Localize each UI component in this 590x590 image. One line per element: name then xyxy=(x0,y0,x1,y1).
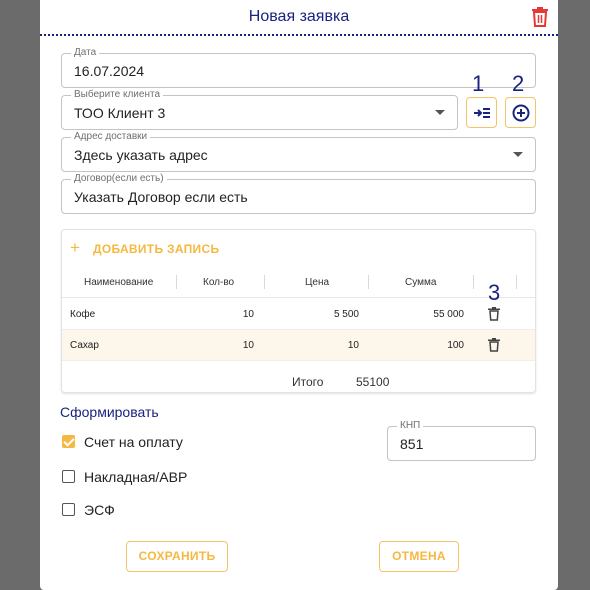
cell-sum: 100 xyxy=(447,340,464,351)
date-label: Дата xyxy=(71,47,100,59)
column-separator[interactable] xyxy=(176,275,177,289)
select-client-button[interactable] xyxy=(466,97,497,128)
address-value: Здесь указать адрес xyxy=(74,147,208,163)
table-row[interactable]: Кофе 10 5 500 55 000 xyxy=(62,299,535,330)
client-select[interactable]: Выберите клиента ТОО Клиент 3 xyxy=(61,89,458,130)
column-separator[interactable] xyxy=(264,275,265,289)
contract-field[interactable]: Договор(если есть) Указать Договор если … xyxy=(61,173,536,214)
waybill-checkbox[interactable] xyxy=(62,470,75,483)
plus-icon: + xyxy=(70,238,80,257)
dialog-title: Новая заявка xyxy=(248,8,350,25)
circle-plus-icon xyxy=(512,104,530,122)
knp-label: КНП xyxy=(397,420,424,432)
client-label: Выберите клиента xyxy=(71,89,164,101)
annotation-1: 1 xyxy=(472,71,485,96)
date-field[interactable]: Дата 16.07.2024 xyxy=(61,47,536,88)
address-select[interactable]: Адрес доставки Здесь указать адрес xyxy=(61,131,536,172)
add-client-button[interactable] xyxy=(505,97,536,128)
chevron-down-icon xyxy=(513,152,523,157)
chevron-down-icon xyxy=(435,110,445,115)
address-label: Адрес доставки xyxy=(71,131,151,143)
items-table: + ДОБАВИТЬ ЗАПИСЬ Наименование Кол-во Це… xyxy=(61,229,536,393)
annotation-2: 2 xyxy=(512,71,525,96)
invoice-checkbox[interactable] xyxy=(62,435,75,448)
cell-name: Сахар xyxy=(70,340,99,351)
column-header-qty: Кол-во xyxy=(203,277,235,288)
knp-field[interactable]: КНП 851 xyxy=(387,420,536,461)
total-label: Итого xyxy=(292,375,324,389)
esf-checkbox[interactable] xyxy=(62,503,75,516)
cell-price: 10 xyxy=(347,340,359,351)
contract-value: Указать Договор если есть xyxy=(74,189,248,205)
trash-icon xyxy=(532,7,548,27)
column-header-price: Цена xyxy=(305,277,330,288)
cell-name: Кофе xyxy=(70,309,96,320)
generate-link[interactable]: Сформировать xyxy=(60,404,159,420)
column-separator[interactable] xyxy=(473,275,474,289)
client-value: ТОО Клиент 3 xyxy=(74,105,166,121)
cancel-button[interactable]: ОТМЕНА xyxy=(379,541,459,572)
column-separator[interactable] xyxy=(516,275,517,289)
invoice-label: Счет на оплату xyxy=(84,434,183,450)
trash-icon[interactable] xyxy=(488,307,500,321)
date-value: 16.07.2024 xyxy=(74,63,145,79)
dialog-header: Новая заявка xyxy=(40,0,558,36)
waybill-label: Накладная/АВР xyxy=(84,469,188,485)
save-button[interactable]: СОХРАНИТЬ xyxy=(126,541,228,572)
esf-label: ЭСФ xyxy=(84,502,115,518)
new-request-dialog: Новая заявка Дата 16.07.2024 Выберите кл… xyxy=(40,0,558,590)
knp-value: 851 xyxy=(400,436,424,452)
table-header: Наименование Кол-во Цена Сумма xyxy=(62,269,535,298)
cell-qty: 10 xyxy=(242,340,254,351)
trash-icon[interactable] xyxy=(488,338,500,352)
column-separator[interactable] xyxy=(368,275,369,289)
cell-sum: 55 000 xyxy=(433,309,464,320)
arrow-list-icon xyxy=(474,108,490,118)
table-row[interactable]: Сахар 10 10 100 xyxy=(62,330,535,361)
column-header-name: Наименование xyxy=(84,277,154,288)
column-header-sum: Сумма xyxy=(405,277,437,288)
total-value: 55100 xyxy=(356,375,390,389)
cell-price: 5 500 xyxy=(333,309,359,320)
delete-request-button[interactable] xyxy=(531,6,549,28)
cell-qty: 10 xyxy=(242,309,254,320)
add-record-label: ДОБАВИТЬ ЗАПИСЬ xyxy=(93,242,220,256)
contract-label: Договор(если есть) xyxy=(71,173,167,185)
